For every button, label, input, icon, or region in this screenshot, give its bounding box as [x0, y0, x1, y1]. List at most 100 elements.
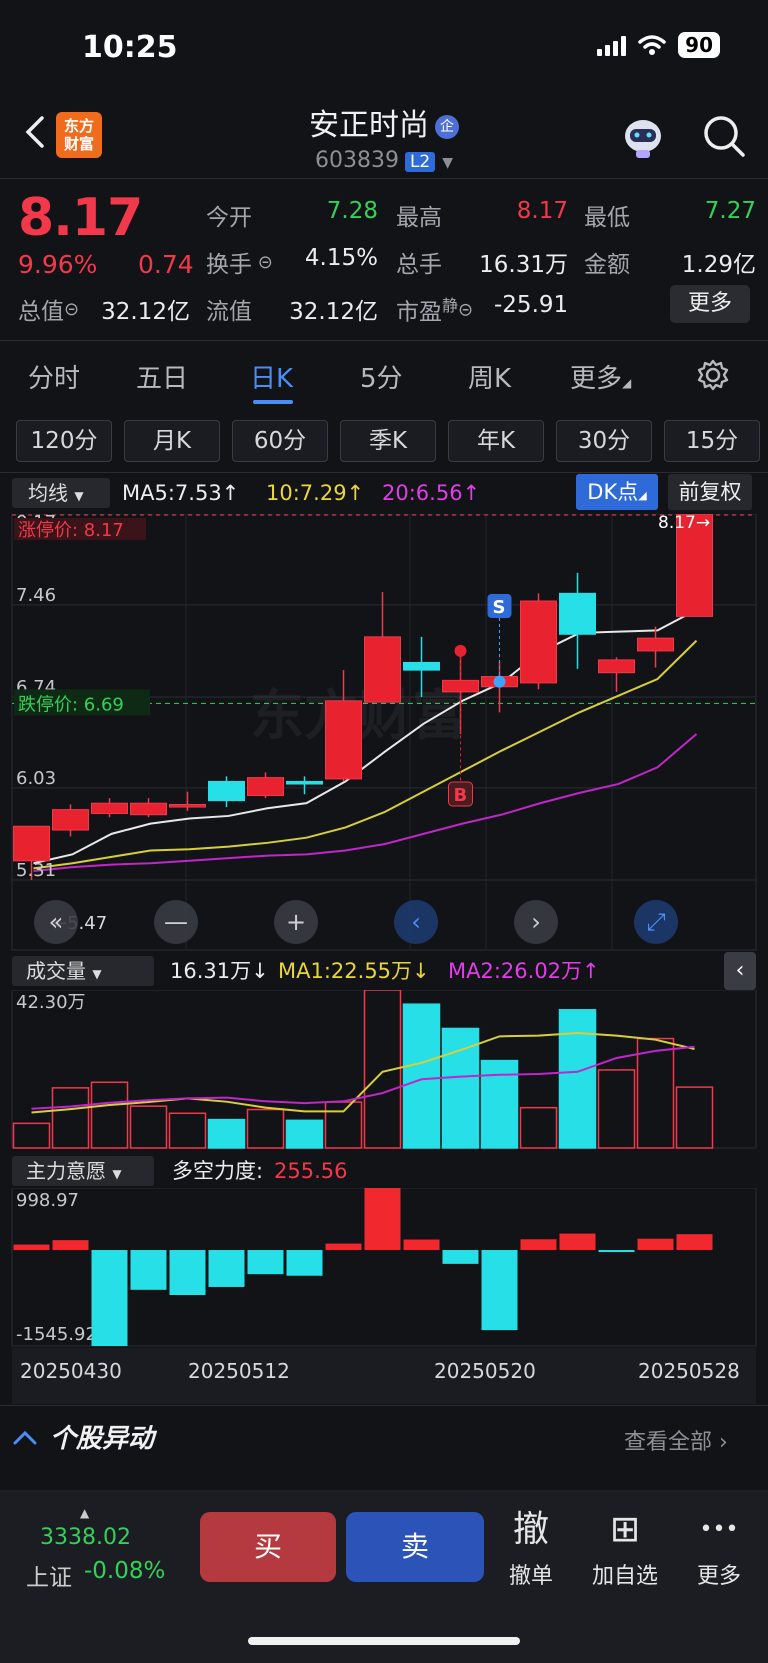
y-tick-label: 5.31: [16, 860, 56, 881]
chevron-up-icon[interactable]: [12, 1428, 38, 1446]
change-amount: 0.74: [138, 250, 194, 279]
add-watchlist-button[interactable]: ⊞ 加自选: [580, 1508, 670, 1590]
period-15min[interactable]: 15分: [664, 420, 760, 462]
y-tick-label: 6.03: [16, 768, 56, 789]
kline-chart[interactable]: 东方财富 BS 8.177.466.746.035.31跌停价: 6.69涨停价…: [0, 514, 768, 954]
more-actions-button[interactable]: ••• 更多: [674, 1508, 764, 1590]
settings-gear-icon[interactable]: [696, 358, 730, 392]
home-indicator: [248, 1637, 520, 1645]
candle-body: [520, 600, 557, 684]
tab-intraday[interactable]: 分时: [28, 358, 80, 395]
adjust-mode-button[interactable]: 前复权: [668, 474, 752, 510]
indicator-dropdown[interactable]: 均线 ▼: [12, 478, 110, 508]
index-name: 上证: [26, 1565, 72, 1591]
more-quote-button[interactable]: 更多: [670, 285, 750, 323]
period-quarterly[interactable]: 季K: [340, 420, 436, 462]
candle-body: [247, 777, 284, 797]
fullscreen-icon-glyph: ⤢: [646, 908, 665, 936]
sell-marker-text: S: [493, 597, 506, 618]
low-label: 最低: [584, 205, 630, 231]
force-bar: [481, 1250, 518, 1331]
volume-axis-label: 42.30万: [16, 992, 86, 1013]
candle-body: [559, 592, 596, 635]
candle-body: [52, 809, 89, 831]
date-label: 20250520: [434, 1359, 536, 1383]
tab-5min[interactable]: 5分: [360, 358, 403, 395]
date-label: 20250528: [638, 1359, 740, 1383]
float-cap-label: 流值: [206, 299, 252, 325]
low-value: 7.27: [704, 198, 756, 224]
candle-body: [364, 636, 401, 703]
volume-bar: [324, 1101, 363, 1149]
dk-point-button[interactable]: DK点◢: [576, 474, 658, 510]
date-label: 20250430: [20, 1359, 122, 1383]
main-force-dropdown[interactable]: 主力意愿 ▼: [12, 1156, 154, 1186]
info-icon[interactable]: ⊝: [458, 300, 473, 321]
caret-up-icon: ▲: [80, 1506, 90, 1520]
sell-marker-dot: [493, 675, 506, 688]
battery-indicator: 90: [678, 32, 720, 58]
ma5-label: MA5:7.53↑: [122, 481, 240, 505]
force-label: 多空力度:: [172, 1159, 264, 1183]
force-bar: [403, 1239, 440, 1251]
sell-button[interactable]: 卖: [346, 1512, 484, 1582]
caret-icon: ◢: [638, 489, 647, 502]
status-time: 10:25: [82, 30, 178, 65]
caret-icon: ◢: [622, 376, 632, 390]
candle-body: [637, 637, 674, 652]
period-30min[interactable]: 30分: [556, 420, 652, 462]
wifi-icon: [638, 35, 666, 55]
force-bar: [130, 1250, 167, 1290]
date-label: 20250512: [188, 1359, 290, 1383]
volume-bar: [597, 1069, 636, 1149]
ma10-label: 10:7.29↑: [266, 481, 365, 505]
force-bar: [637, 1238, 674, 1251]
add-square-icon: ⊞: [609, 1509, 641, 1550]
tab-daily-k[interactable]: 日K: [250, 358, 293, 395]
volume-bar: [636, 1037, 675, 1149]
tab-weekly-k[interactable]: 周K: [468, 358, 511, 395]
collapse-side-icon[interactable]: ‹: [724, 952, 756, 990]
buy-marker-dot: [454, 644, 467, 657]
volume-bar: [519, 1106, 558, 1149]
period-monthly[interactable]: 月K: [124, 420, 220, 462]
signal-icon: [597, 34, 627, 56]
high-label: 最高: [396, 205, 442, 231]
amount-label: 金额: [584, 252, 630, 278]
info-icon[interactable]: ⊝: [64, 299, 79, 320]
candle-body: [130, 802, 167, 816]
force-axis-min: -1545.92: [16, 1324, 97, 1345]
dropdown-arrow-icon: ▼: [92, 967, 102, 981]
volume-bar: [207, 1118, 246, 1149]
high-value: 8.17: [516, 198, 568, 224]
turnover-label: 换手 ⊝: [206, 252, 273, 278]
open-label: 今开: [206, 205, 252, 231]
tab-five-day[interactable]: 五日: [136, 358, 188, 395]
enterprise-badge: 企: [435, 115, 459, 139]
force-axis-max: 998.97: [16, 1190, 79, 1211]
volume-bar: [246, 1108, 285, 1149]
candle-body: [13, 825, 50, 862]
period-60min[interactable]: 60分: [232, 420, 328, 462]
period-120min[interactable]: 120分: [16, 420, 112, 462]
search-icon[interactable]: [700, 112, 748, 160]
dropdown-arrow-icon: ▼: [112, 1167, 122, 1181]
volume-indicator-dropdown[interactable]: 成交量 ▼: [12, 956, 154, 986]
ma20-line: [33, 733, 698, 872]
period-yearly[interactable]: 年K: [448, 420, 544, 462]
info-icon[interactable]: ⊝: [252, 252, 273, 273]
cancel-order-button[interactable]: 撤撤单: [486, 1508, 576, 1590]
robot-assistant-icon[interactable]: [618, 112, 668, 162]
view-all-link[interactable]: 查看全部 ›: [624, 1424, 728, 1456]
candle-body: [208, 780, 245, 802]
volume-bar: [402, 1003, 441, 1149]
force-bar: [364, 1188, 401, 1251]
volume-label: 总手: [396, 252, 442, 278]
force-bar: [247, 1250, 284, 1275]
candle-body: [91, 802, 128, 814]
tab-more[interactable]: 更多◢: [570, 358, 631, 395]
force-bar: [559, 1233, 596, 1251]
volume-ma1-label: MA1:22.55万↓: [278, 959, 430, 983]
buy-marker-text: B: [454, 785, 468, 806]
buy-button[interactable]: 买: [200, 1512, 336, 1582]
